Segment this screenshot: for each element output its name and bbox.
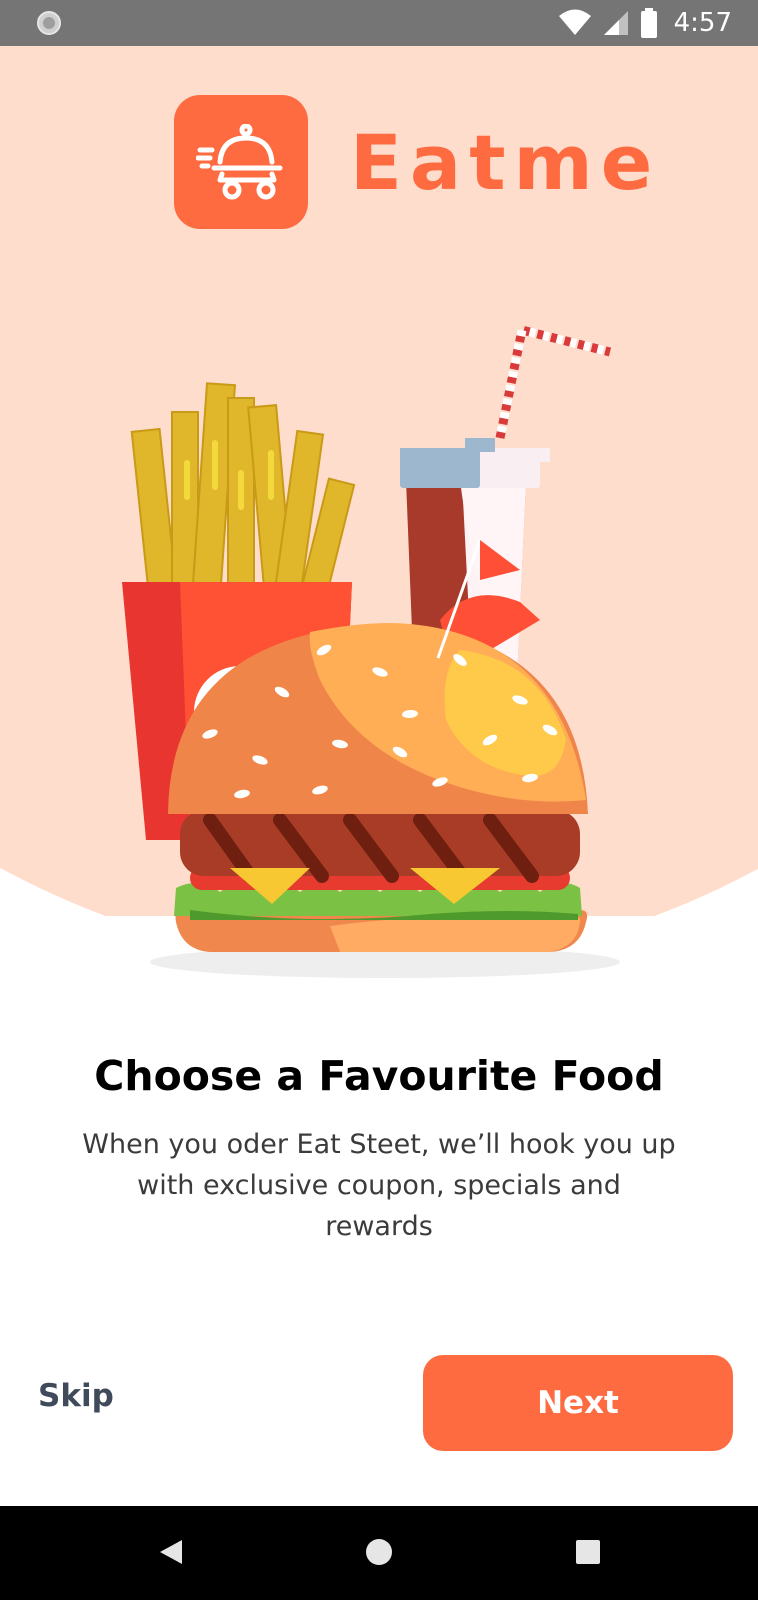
status-bar: 4:57 — [0, 0, 758, 46]
home-icon[interactable] — [361, 1534, 397, 1570]
circle-notification-icon — [37, 11, 61, 35]
food-delivery-cart-icon — [196, 124, 283, 200]
recents-icon[interactable] — [570, 1534, 606, 1570]
brand-logo: Eatme — [174, 95, 660, 229]
brand-name: Eatme — [350, 117, 661, 207]
wifi-icon — [558, 9, 591, 35]
logo-tile — [174, 95, 308, 229]
navigation-bar — [0, 1506, 758, 1600]
skip-button[interactable]: Skip — [38, 1378, 114, 1414]
back-icon[interactable] — [154, 1534, 190, 1570]
battery-icon — [640, 8, 657, 38]
onboarding-description: When you oder Eat Steet, we’ll hook you … — [82, 1129, 676, 1242]
next-button[interactable]: Next — [423, 1355, 733, 1451]
burger-fries-drink-illustration — [122, 324, 620, 978]
status-time: 4:57 — [673, 8, 732, 38]
onboarding-title: Choose a Favourite Food — [94, 1052, 664, 1100]
cellular-signal-icon — [603, 11, 628, 35]
